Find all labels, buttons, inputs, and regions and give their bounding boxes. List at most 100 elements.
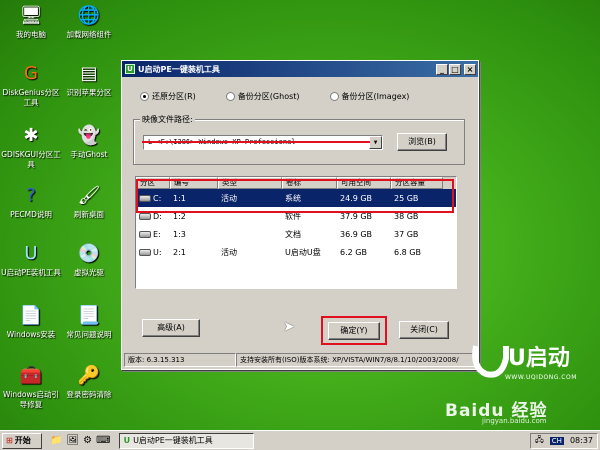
cell-free: 36.9 GB bbox=[340, 229, 373, 239]
u-install-icon: U bbox=[24, 243, 38, 264]
password-clear-shortcut[interactable]: 🔑 登录密码清除 bbox=[58, 364, 120, 400]
diskgenius-shortcut[interactable]: G DiskGenius分区工具 bbox=[0, 62, 62, 108]
start-button[interactable]: ⊞ 开始 bbox=[2, 432, 42, 449]
refresh-desktop-shortcut[interactable]: 🖌 刷新桌面 bbox=[58, 184, 120, 220]
close-button[interactable]: 关闭(C) bbox=[399, 321, 449, 339]
cell-label: 系统 bbox=[285, 193, 301, 203]
shortcut-label: Windows安装 bbox=[6, 330, 56, 339]
cell-drive: D: bbox=[153, 211, 162, 221]
status-support: 支持安装所有(ISO)版本系统: XP/VISTA/WIN7/8/8.1/10/… bbox=[236, 353, 476, 367]
backup-imagex-radio[interactable]: 备份分区(Imagex) bbox=[329, 91, 410, 102]
image-path-combo[interactable]: L <F:\I386> Windows XP Professional ▼ bbox=[143, 135, 383, 150]
tool-icon[interactable]: 🖼 bbox=[66, 435, 79, 446]
start-label: 开始 bbox=[14, 436, 31, 445]
mode-radio-group: 还原分区(R) 备份分区(Ghost) 备份分区(Imagex) bbox=[140, 91, 409, 102]
ghost-shortcut[interactable]: 👻 手动Ghost bbox=[58, 124, 120, 160]
settings-icon[interactable]: ⚙ bbox=[83, 435, 92, 446]
usb-disk-icon bbox=[139, 248, 151, 256]
virtual-drive-shortcut[interactable]: 💿 虚拟光驱 bbox=[58, 242, 120, 278]
dropdown-arrow-icon[interactable]: ▼ bbox=[369, 136, 382, 149]
advanced-button[interactable]: 高级(A) bbox=[142, 319, 200, 337]
cell-size: 6.8 GB bbox=[394, 247, 421, 257]
column-header-free[interactable]: 可用空间 bbox=[337, 177, 391, 189]
radio-label: 还原分区(R) bbox=[152, 92, 196, 101]
cell-drive: C: bbox=[153, 193, 162, 203]
close-window-button[interactable]: × bbox=[464, 63, 476, 75]
window-titlebar[interactable]: U U启动PE一键装机工具 _ □ × bbox=[122, 61, 478, 77]
cell-drive: E: bbox=[153, 229, 161, 239]
windows-install-icon: 📄 bbox=[19, 305, 43, 326]
partition-list-header: 分区 编号 类型 卷标 可用空间 分区容量 bbox=[136, 177, 456, 189]
cell-free: 6.2 GB bbox=[340, 247, 367, 257]
network-loader-shortcut[interactable]: 🌐 加载网络组件 bbox=[58, 4, 120, 40]
status-bar: 版本: 6.3.15.313 支持安装所有(ISO)版本系统: XP/VISTA… bbox=[124, 353, 476, 367]
column-header-label[interactable]: 卷标 bbox=[282, 177, 337, 189]
radio-dot[interactable] bbox=[329, 92, 339, 101]
windows-install-shortcut[interactable]: 📄 Windows安装 bbox=[0, 304, 62, 340]
baidu-watermark-url: jingyan.baidu.com bbox=[482, 417, 547, 425]
apple-partition-icon: ▤ bbox=[80, 63, 98, 84]
status-version: 版本: 6.3.15.313 bbox=[124, 353, 236, 367]
faq-icon: 📃 bbox=[77, 305, 101, 326]
cell-free: 37.9 GB bbox=[340, 211, 373, 221]
boot-repair-shortcut[interactable]: 🧰 Windows启动引导修复 bbox=[0, 364, 62, 410]
image-path-legend: 映像文件路径: bbox=[140, 114, 195, 125]
cell-size: 37 GB bbox=[394, 229, 419, 239]
windows-flag-icon: ⊞ bbox=[6, 436, 13, 445]
system-tray: 🖧 CH 08:37 bbox=[529, 432, 598, 449]
shortcut-label: 刷新桌面 bbox=[74, 210, 104, 219]
column-header-type[interactable]: 类型 bbox=[218, 177, 282, 189]
ime-indicator[interactable]: CH bbox=[549, 436, 564, 445]
shortcut-label: 手动Ghost bbox=[70, 150, 108, 159]
cell-size: 38 GB bbox=[394, 211, 419, 221]
backup-ghost-radio[interactable]: 备份分区(Ghost) bbox=[225, 91, 300, 102]
taskbar-item-install-tool[interactable]: U U启动PE一键装机工具 bbox=[118, 432, 254, 449]
pecmd-help-shortcut[interactable]: ? PECMD说明 bbox=[0, 184, 62, 220]
minimize-button[interactable]: _ bbox=[436, 63, 448, 75]
restore-partition-radio[interactable]: 还原分区(R) bbox=[140, 91, 196, 102]
cell-label: 文档 bbox=[285, 229, 301, 239]
folder-icon[interactable]: 📁 bbox=[50, 435, 62, 446]
logo-text: U启动 bbox=[508, 346, 570, 371]
app-logo-icon: U bbox=[123, 436, 131, 445]
column-header-number[interactable]: 编号 bbox=[170, 177, 218, 189]
column-header-partition[interactable]: 分区 bbox=[136, 177, 170, 189]
shortcut-label: GDISKGUI分区工具 bbox=[1, 150, 61, 169]
faq-shortcut[interactable]: 📃 常见问题说明 bbox=[58, 304, 120, 340]
cell-number: 2:1 bbox=[173, 247, 186, 257]
clock[interactable]: 08:37 bbox=[570, 436, 593, 445]
partition-row-d[interactable]: D: 1:2 软件 37.9 GB 38 GB bbox=[136, 207, 456, 225]
radio-label: 备份分区(Ghost) bbox=[237, 92, 300, 101]
quick-launch: 📁 🖼 ⚙ ⌨ bbox=[50, 435, 111, 446]
ok-button[interactable]: 确定(Y) bbox=[328, 322, 380, 340]
disk-icon bbox=[139, 212, 151, 220]
disk-icon bbox=[139, 194, 151, 202]
my-computer-shortcut[interactable]: 🖥 我的电脑 bbox=[0, 4, 62, 40]
partition-row-c[interactable]: C: 1:1 活动 系统 24.9 GB 25 GB bbox=[136, 189, 456, 207]
u-install-shortcut[interactable]: U U启动PE装机工具 bbox=[0, 242, 62, 278]
maximize-button[interactable]: □ bbox=[449, 63, 461, 75]
apple-partition-shortcut[interactable]: ▤ 识别苹果分区 bbox=[58, 62, 120, 98]
network-tray-icon[interactable]: 🖧 bbox=[535, 434, 544, 448]
shortcut-label: DiskGenius分区工具 bbox=[2, 88, 60, 107]
radio-dot[interactable] bbox=[140, 92, 149, 101]
partition-list: 分区 编号 类型 卷标 可用空间 分区容量 C: 1:1 活动 系统 24.9 … bbox=[135, 176, 457, 289]
column-header-size[interactable]: 分区容量 bbox=[391, 177, 443, 189]
refresh-desktop-icon: 🖌 bbox=[77, 185, 101, 206]
radio-label: 备份分区(Imagex) bbox=[341, 92, 410, 101]
partition-row-u[interactable]: U: 2:1 活动 U启动U盘 6.2 GB 6.8 GB bbox=[136, 243, 456, 261]
cell-free: 24.9 GB bbox=[340, 193, 373, 203]
install-tool-window: U U启动PE一键装机工具 _ □ × 还原分区(R) 备份分区(Ghost) … bbox=[121, 60, 479, 370]
gdisk-shortcut[interactable]: ✱ GDISKGUI分区工具 bbox=[0, 124, 62, 170]
cell-type: 活动 bbox=[221, 193, 237, 203]
ghost-icon: 👻 bbox=[77, 125, 101, 146]
browse-button[interactable]: 浏览(B) bbox=[397, 133, 447, 151]
keyboard-icon[interactable]: ⌨ bbox=[96, 435, 110, 446]
logo-url: WWW.UQIDONG.COM bbox=[505, 374, 577, 381]
help-icon: ? bbox=[26, 185, 36, 206]
shortcut-label: PECMD说明 bbox=[10, 210, 52, 219]
partition-row-e[interactable]: E: 1:3 文档 36.9 GB 37 GB bbox=[136, 225, 456, 243]
window-title: U启动PE一键装机工具 bbox=[138, 64, 220, 74]
radio-dot[interactable] bbox=[225, 92, 235, 101]
mouse-cursor-icon: ➤ bbox=[283, 319, 295, 335]
